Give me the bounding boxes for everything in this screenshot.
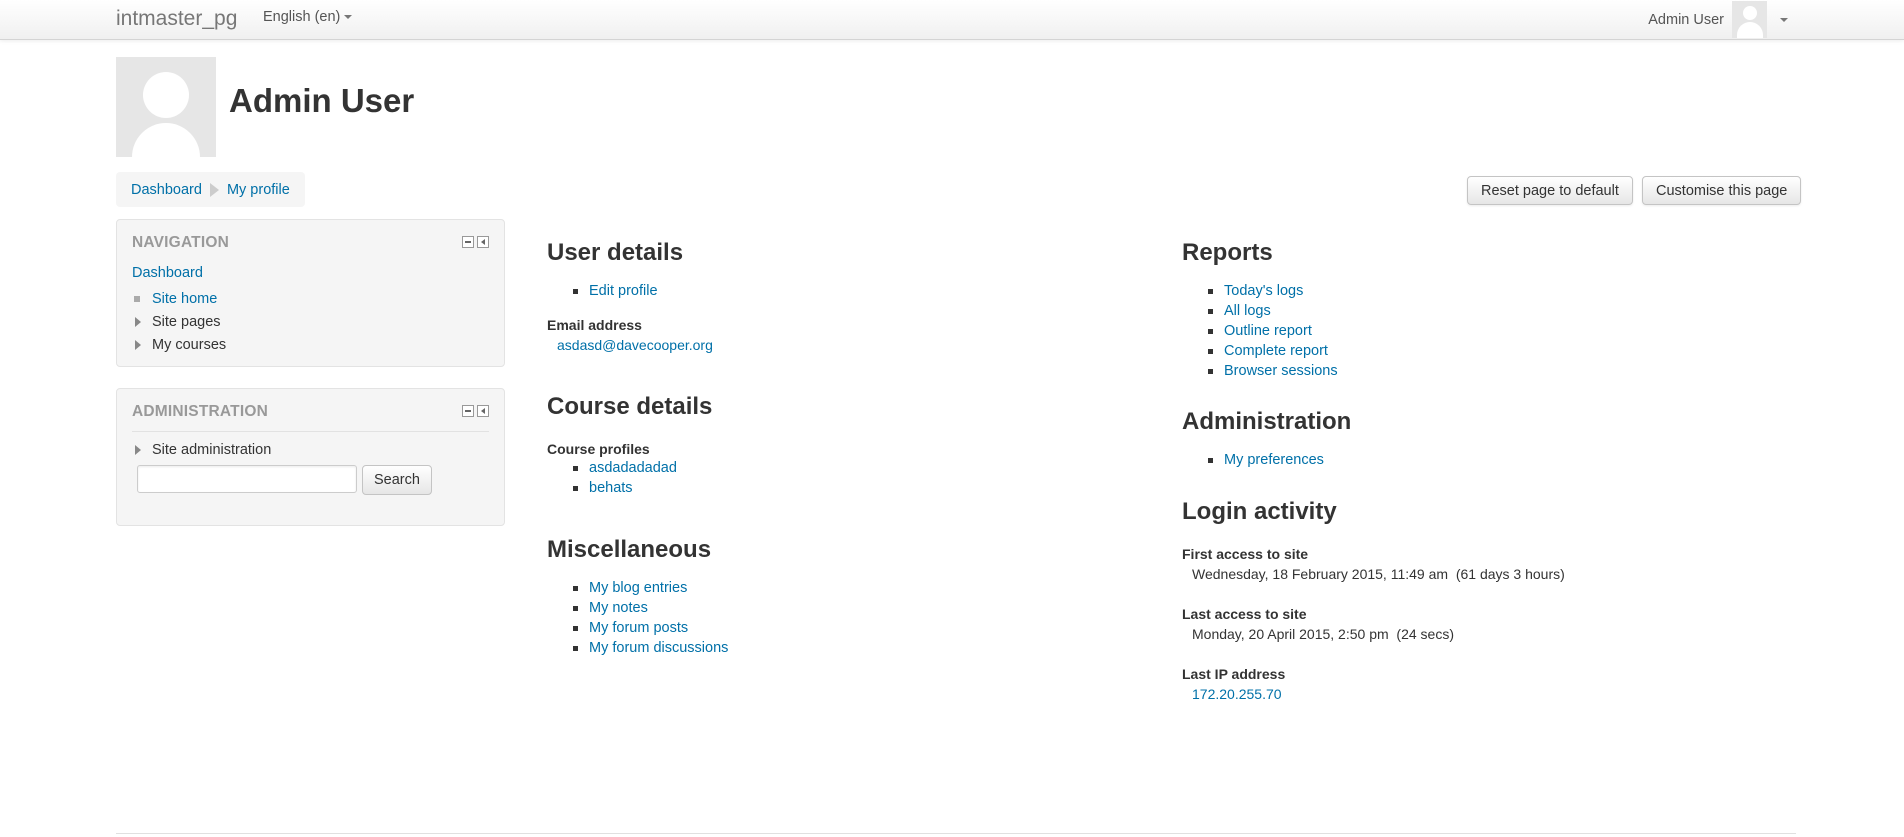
first-access-value: Wednesday, 18 February 2015, 11:49 am (6… <box>1192 566 1565 582</box>
expand-arrow-icon[interactable] <box>135 444 141 455</box>
administration-block: ADMINISTRATION Site administration Searc… <box>116 388 505 526</box>
divider <box>132 431 489 432</box>
customise-page-button[interactable]: Customise this page <box>1642 176 1802 205</box>
bullet-square-icon <box>134 295 140 302</box>
user-avatar-icon <box>1732 1 1767 38</box>
forum-posts-link[interactable]: My forum posts <box>589 620 688 636</box>
site-administration-node[interactable]: Site administration <box>132 438 271 461</box>
block-controls <box>462 236 489 248</box>
list-item: My forum discussions <box>544 638 728 658</box>
list-item: My notes <box>544 598 728 618</box>
forum-discussions-link[interactable]: My forum discussions <box>589 640 728 656</box>
last-access-label: Last access to site <box>1182 606 1307 622</box>
breadcrumb-separator-icon <box>209 182 219 197</box>
language-label: English (en) <box>263 9 341 25</box>
block-controls <box>462 405 489 417</box>
user-menu[interactable]: Admin User <box>1648 0 1788 39</box>
navigation-tree: Site home Site pages My courses <box>132 287 226 356</box>
list-item: Browser sessions <box>1179 361 1338 381</box>
expand-arrow-icon[interactable] <box>135 316 141 327</box>
notes-link[interactable]: My notes <box>589 600 648 616</box>
last-ip-link[interactable]: 172.20.255.70 <box>1192 687 1282 701</box>
login-activity-heading: Login activity <box>1182 498 1337 525</box>
complete-report-link[interactable]: Complete report <box>1224 343 1328 359</box>
top-navbar: intmaster_pg English (en) Admin User <box>0 0 1904 40</box>
my-preferences-link[interactable]: My preferences <box>1224 452 1324 468</box>
browser-sessions-link[interactable]: Browser sessions <box>1224 363 1338 379</box>
chevron-down-icon <box>344 15 353 20</box>
miscellaneous-heading: Miscellaneous <box>547 536 712 563</box>
chevron-down-icon <box>1780 17 1788 22</box>
nav-item-my-courses[interactable]: My courses <box>132 333 226 356</box>
list-item: Today's logs <box>1179 281 1338 301</box>
collapse-block-icon[interactable] <box>462 405 474 417</box>
site-name-link[interactable]: intmaster_pg <box>116 7 237 31</box>
footer-divider <box>116 833 1796 834</box>
nav-dashboard-link[interactable]: Dashboard <box>132 265 203 281</box>
page-title: Admin User <box>229 82 415 119</box>
course-link[interactable]: asdadadadad <box>589 460 677 476</box>
list-item: My forum posts <box>544 618 728 638</box>
user-details-heading: User details <box>547 239 684 266</box>
nav-item-label[interactable]: My courses <box>152 337 226 353</box>
breadcrumb-dashboard[interactable]: Dashboard <box>131 182 202 198</box>
all-logs-link[interactable]: All logs <box>1224 303 1271 319</box>
list-item: Edit profile <box>544 281 658 301</box>
course-details-heading: Course details <box>547 393 713 420</box>
site-administration-label[interactable]: Site administration <box>152 442 271 458</box>
breadcrumb: Dashboard My profile <box>116 172 305 207</box>
navigation-block-title: NAVIGATION <box>132 234 230 251</box>
outline-report-link[interactable]: Outline report <box>1224 323 1312 339</box>
list-item: My preferences <box>1179 450 1324 470</box>
last-access-value: Monday, 20 April 2015, 2:50 pm (24 secs) <box>1192 626 1454 642</box>
blog-entries-link[interactable]: My blog entries <box>589 580 687 596</box>
nav-item-site-pages[interactable]: Site pages <box>132 310 226 333</box>
language-menu[interactable]: English (en) <box>263 9 353 25</box>
first-access-label: First access to site <box>1182 546 1309 562</box>
email-label: Email address <box>547 317 642 333</box>
dock-block-icon[interactable] <box>477 236 489 248</box>
nav-item-label[interactable]: Site pages <box>152 314 221 330</box>
edit-profile-link[interactable]: Edit profile <box>589 283 658 299</box>
course-profiles-label: Course profiles <box>547 441 650 457</box>
user-details-links: Edit profile <box>544 281 658 301</box>
list-item: All logs <box>1179 301 1338 321</box>
reset-page-button[interactable]: Reset page to default <box>1467 176 1633 205</box>
admin-search-input[interactable] <box>137 465 357 493</box>
dock-block-icon[interactable] <box>477 405 489 417</box>
profile-avatar <box>116 57 216 157</box>
nav-item-label[interactable]: Site home <box>152 291 217 307</box>
admin-search-button[interactable]: Search <box>362 465 432 495</box>
miscellaneous-links: My blog entries My notes My forum posts … <box>544 578 728 658</box>
breadcrumb-my-profile[interactable]: My profile <box>227 182 290 198</box>
navigation-block: NAVIGATION Dashboard Site home Site page… <box>116 219 505 367</box>
reports-links: Today's logs All logs Outline report Com… <box>1179 281 1338 381</box>
list-item: Complete report <box>1179 341 1338 361</box>
email-link[interactable]: asdasd@davecooper.org <box>557 338 713 352</box>
expand-arrow-icon[interactable] <box>135 339 141 350</box>
administration-links: My preferences <box>1179 450 1324 470</box>
last-ip-label: Last IP address <box>1182 666 1286 682</box>
course-link[interactable]: behats <box>589 480 633 496</box>
course-profiles-list: asdadadadad behats <box>534 458 677 498</box>
list-item: behats <box>534 478 677 498</box>
list-item: My blog entries <box>544 578 728 598</box>
list-item: Outline report <box>1179 321 1338 341</box>
administration-block-title: ADMINISTRATION <box>132 403 268 420</box>
list-item: asdadadadad <box>534 458 677 478</box>
nav-item-site-home[interactable]: Site home <box>132 287 226 310</box>
todays-logs-link[interactable]: Today's logs <box>1224 283 1303 299</box>
user-menu-name: Admin User <box>1648 11 1724 28</box>
collapse-block-icon[interactable] <box>462 236 474 248</box>
administration-heading: Administration <box>1182 408 1352 435</box>
reports-heading: Reports <box>1182 239 1273 266</box>
